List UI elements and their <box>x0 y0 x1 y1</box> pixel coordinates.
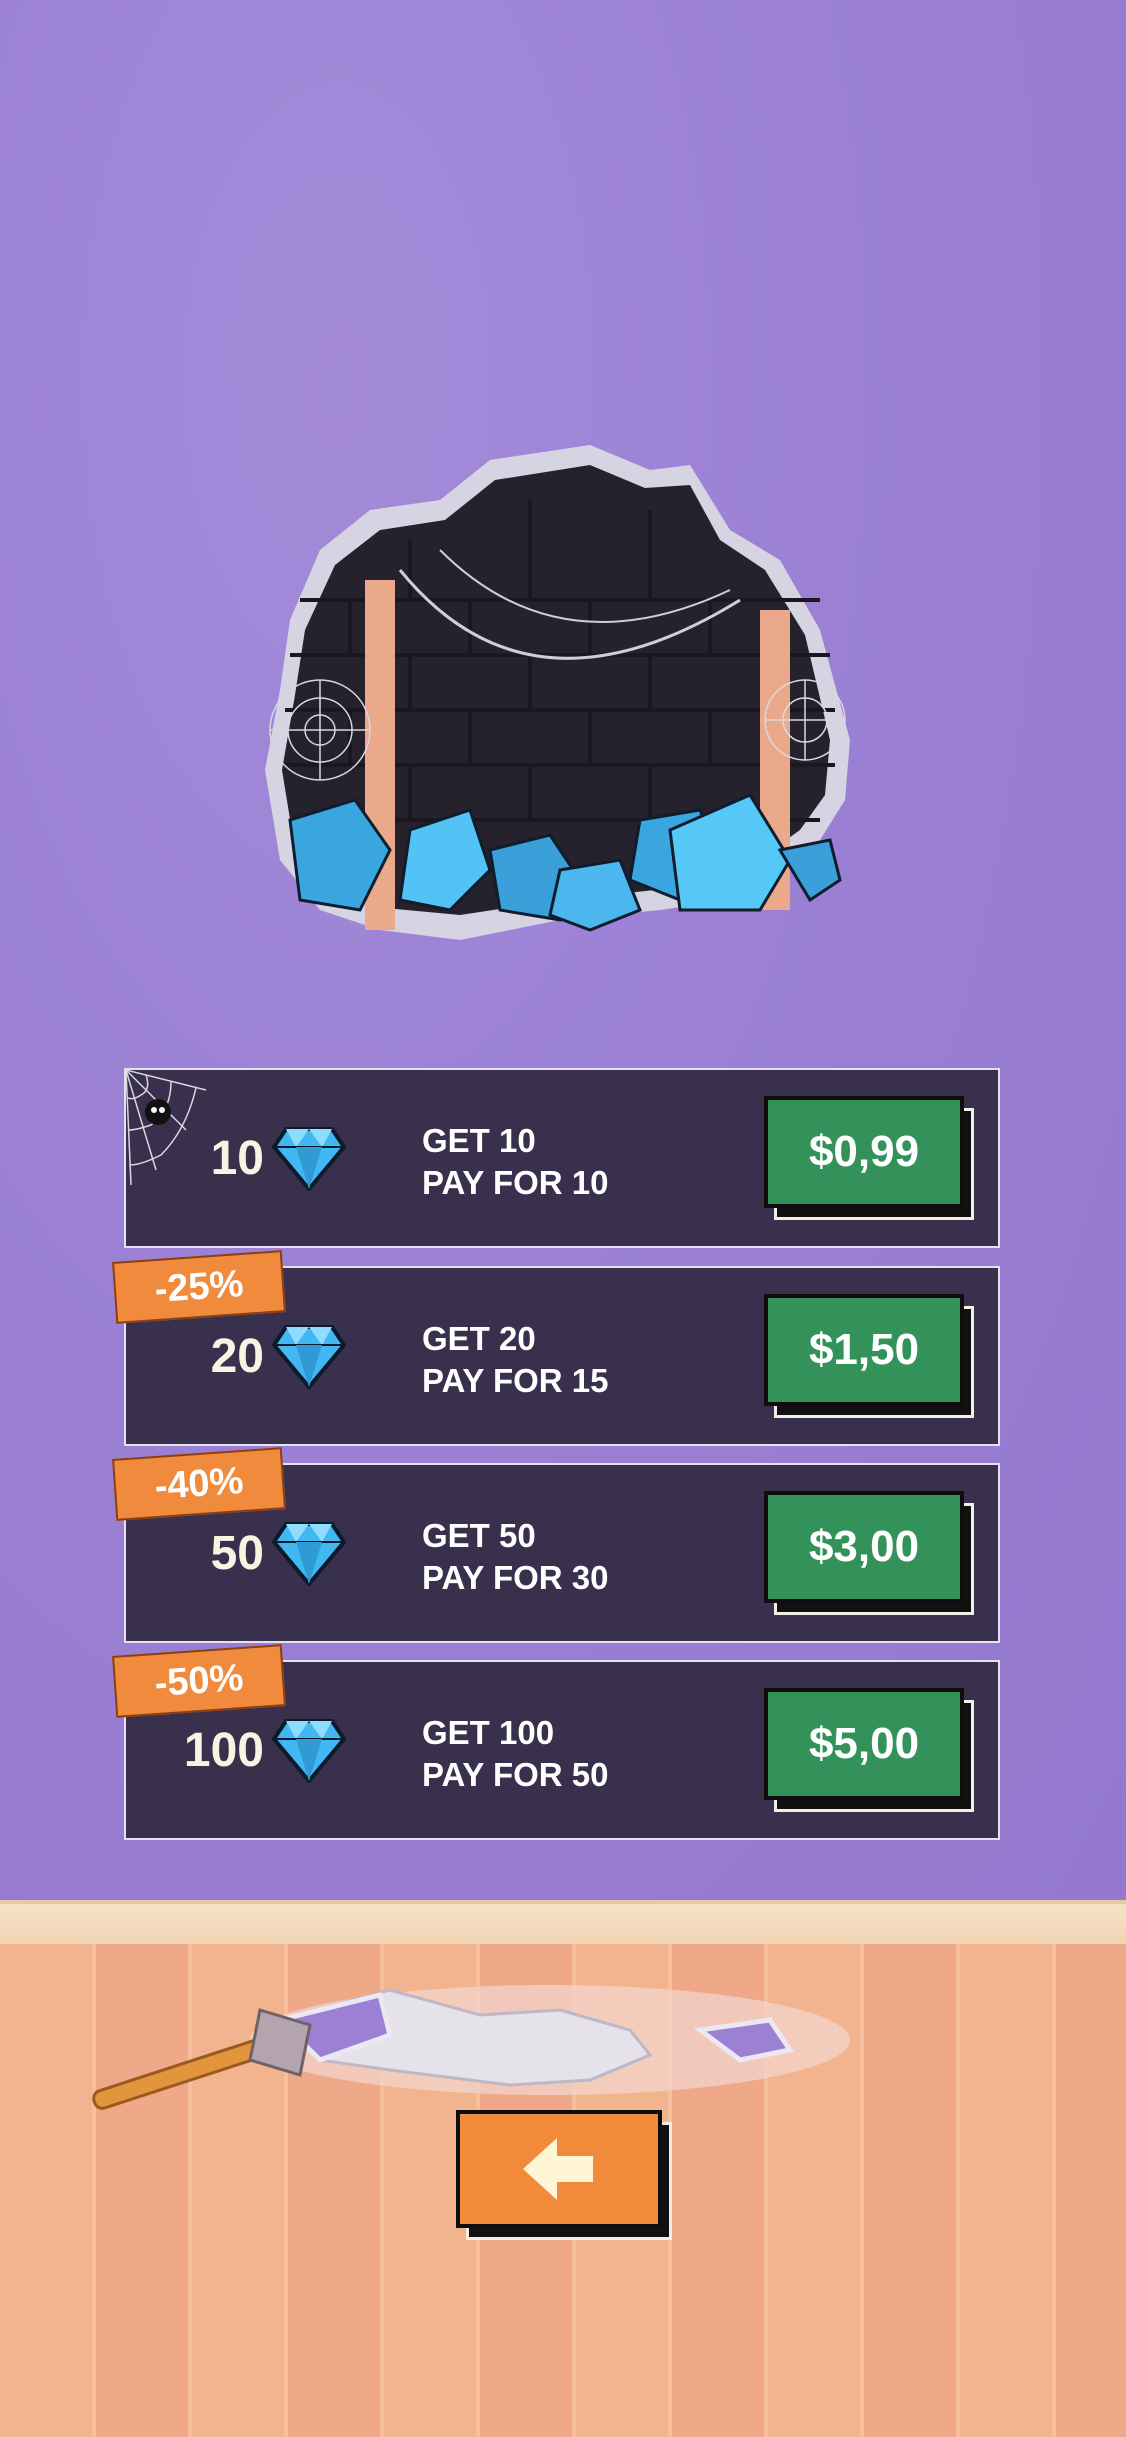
back-button[interactable] <box>456 2110 672 2240</box>
deal-get-line: GET 100 <box>422 1714 555 1751</box>
price-label: $0,99 <box>764 1096 964 1208</box>
blue-diamond-icon <box>272 1325 346 1389</box>
deal-get-line: GET 20 <box>422 1320 536 1357</box>
pack-card-10: 10 GET 10 PAY FOR 10 $0,99 <box>124 1068 1000 1248</box>
deal-get-line: GET 50 <box>422 1517 536 1554</box>
discount-badge: -40% <box>112 1447 286 1521</box>
buy-50-gems-button[interactable]: $3,00 <box>764 1491 974 1615</box>
gem-amount-text: 20 <box>210 1329 264 1383</box>
gem-amount-text: 10 <box>210 1131 264 1185</box>
pack-card-100: 100 GET 100 PAY FOR 50 $5,00 -50% <box>112 1644 1000 1840</box>
discount-badge: -50% <box>112 1644 286 1718</box>
deal-pay-line: PAY FOR 10 <box>422 1164 609 1201</box>
pack-card-20: 20 GET 20 PAY FOR 15 $1,50 -25% <box>112 1250 1000 1446</box>
gem-amount: 10 <box>211 1070 346 1246</box>
pack-card-50: 50 GET 50 PAY FOR 30 $3,00 -40% <box>112 1447 1000 1643</box>
wall-hole-with-gems-illustration <box>265 445 850 940</box>
wall-baseboard <box>0 1900 1126 1948</box>
arrow-left-icon <box>523 2138 593 2200</box>
blue-diamond-icon <box>272 1719 346 1783</box>
deal-pay-line: PAY FOR 30 <box>422 1559 609 1596</box>
deal-get-line: GET 10 <box>422 1122 536 1159</box>
blue-diamond-icon <box>272 1522 346 1586</box>
deal-text: GET 50 PAY FOR 30 <box>422 1515 608 1599</box>
deal-text: GET 10 PAY FOR 10 <box>422 1120 608 1204</box>
price-label: $1,50 <box>764 1294 964 1406</box>
blue-diamond-icon <box>272 1127 346 1191</box>
deal-text: GET 20 PAY FOR 15 <box>422 1318 608 1402</box>
deal-pay-line: PAY FOR 15 <box>422 1362 609 1399</box>
deal-pay-line: PAY FOR 50 <box>422 1756 609 1793</box>
gem-amount-text: 100 <box>183 1723 264 1777</box>
buy-10-gems-button[interactable]: $0,99 <box>764 1096 974 1220</box>
gem-amount-text: 50 <box>210 1526 264 1580</box>
spider-web-icon <box>126 1070 207 1186</box>
shop-screen: 10 GET 10 PAY FOR 10 $0,99 20 GET 20 PAY… <box>0 0 1126 2437</box>
deal-text: GET 100 PAY FOR 50 <box>422 1712 608 1796</box>
price-label: $3,00 <box>764 1491 964 1603</box>
price-label: $5,00 <box>764 1688 964 1800</box>
buy-100-gems-button[interactable]: $5,00 <box>764 1688 974 1812</box>
buy-20-gems-button[interactable]: $1,50 <box>764 1294 974 1418</box>
back-button-face <box>456 2110 662 2228</box>
discount-badge: -25% <box>112 1250 286 1324</box>
